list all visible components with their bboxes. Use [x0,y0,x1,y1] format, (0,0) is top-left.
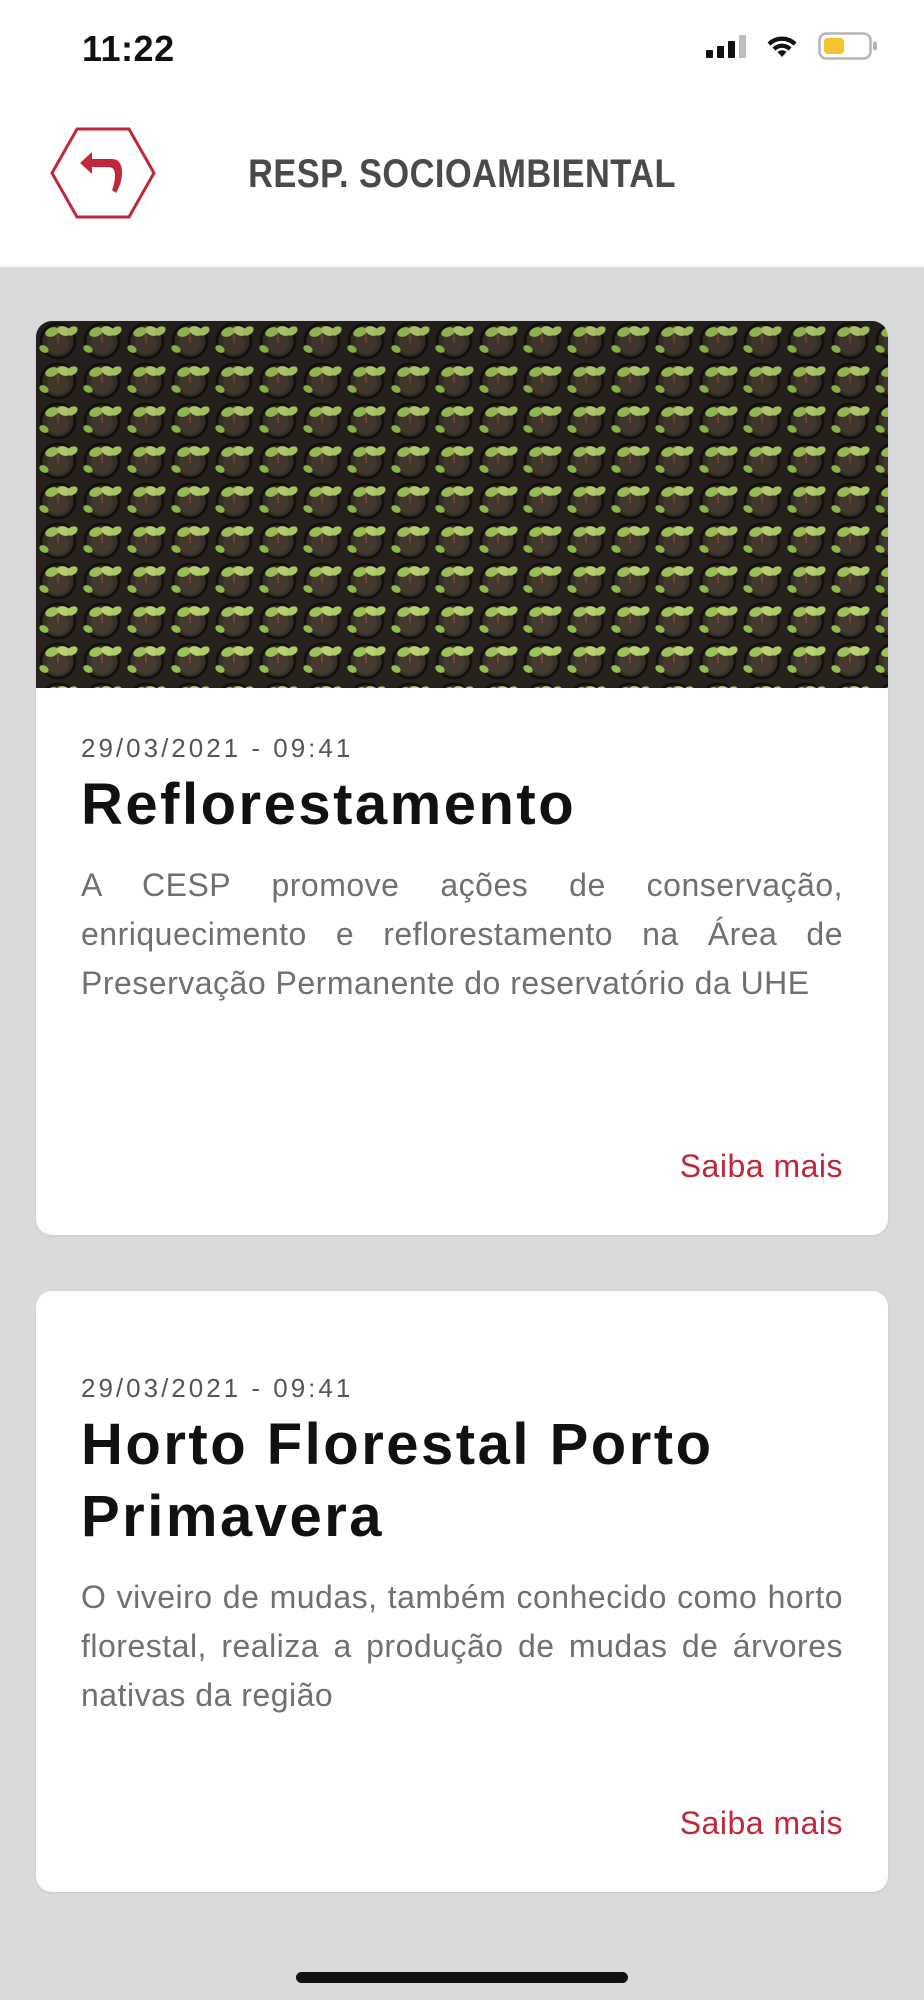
news-title: Reflorestamento [81,772,577,837]
app-header: RESP. SOCIOAMBIENTAL [0,100,924,267]
status-bar: 11:22 [0,0,924,100]
news-card[interactable]: 29/03/2021 - 09:41 Horto Florestal Porto… [36,1291,888,1892]
cellular-signal-icon [706,34,746,58]
news-date: 29/03/2021 - 09:41 [81,1373,354,1403]
news-summary: A CESP promove ações de conservação, enr… [81,867,843,1001]
status-time: 11:22 [82,28,175,69]
card-body: 29/03/2021 - 09:41 Reflorestamento A CES… [81,731,843,1008]
status-icons [706,32,878,60]
read-more-link[interactable]: Saiba mais [680,1805,843,1842]
read-more-link[interactable]: Saiba mais [680,1148,843,1185]
card-body: 29/03/2021 - 09:41 Horto Florestal Porto… [81,1371,843,1720]
page-title: RESP. SOCIOAMBIENTAL [248,152,676,196]
seedlings-photo [36,321,888,688]
news-card[interactable]: 29/03/2021 - 09:41 Reflorestamento A CES… [36,321,888,1235]
news-date: 29/03/2021 - 09:41 [81,733,354,763]
news-summary: O viveiro de mudas, também conhecido com… [81,1579,843,1713]
wifi-icon [767,36,797,57]
news-title: Horto Florestal Porto Primavera [81,1412,714,1549]
battery-icon [818,32,877,60]
home-indicator[interactable] [296,1972,628,1983]
